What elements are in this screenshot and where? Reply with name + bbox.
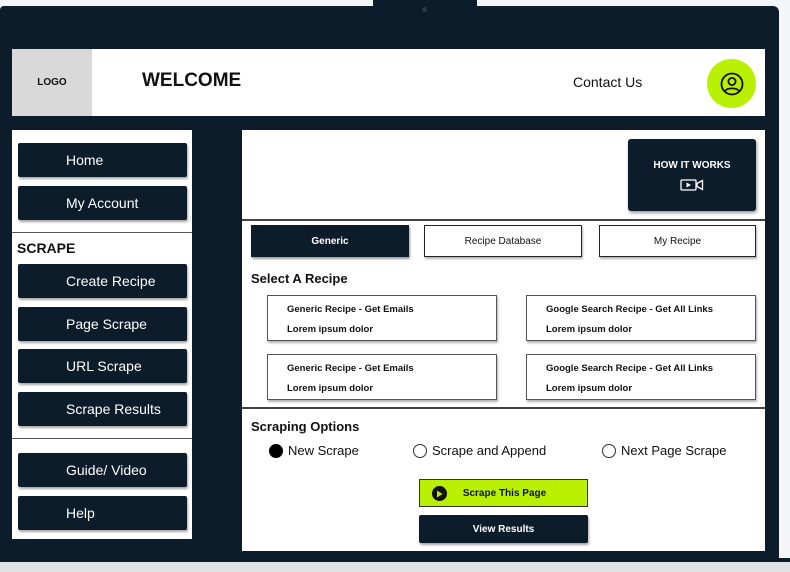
recipe-title: Google Search Recipe - Get All Links (546, 304, 713, 315)
tab-recipe-database[interactable]: Recipe Database (424, 225, 582, 257)
sidebar-item-guide-video[interactable]: Guide/ Video (18, 453, 187, 487)
sidebar: Home My Account SCRAPE Create Recipe Pag… (12, 130, 192, 539)
sidebar-item-home[interactable]: Home (18, 143, 187, 177)
sidebar-item-scrape-results[interactable]: Scrape Results (18, 392, 187, 426)
logo[interactable]: LOGO (12, 49, 92, 116)
radio-label: Scrape and Append (432, 443, 547, 458)
tab-generic[interactable]: Generic (251, 225, 409, 257)
view-results-button[interactable]: View Results (419, 515, 588, 543)
user-avatar-button[interactable] (707, 59, 756, 108)
contact-us-link[interactable]: Contact Us (573, 74, 642, 90)
video-icon (680, 178, 704, 191)
radio-unselected-icon[interactable] (602, 443, 616, 458)
recipe-card[interactable]: Generic Recipe - Get Emails Lorem ipsum … (267, 295, 497, 341)
user-icon (720, 72, 743, 95)
recipe-title: Google Search Recipe - Get All Links (546, 363, 713, 374)
sidebar-item-help[interactable]: Help (18, 496, 187, 530)
sidebar-item-url-scrape[interactable]: URL Scrape (18, 349, 187, 383)
scrape-button-label: Scrape This Page (462, 487, 547, 499)
how-it-works-label: HOW IT WORKS (653, 159, 731, 171)
how-it-works-button[interactable]: HOW IT WORKS (628, 139, 756, 211)
sidebar-item-page-scrape[interactable]: Page Scrape (18, 307, 187, 341)
recipe-card[interactable]: Generic Recipe - Get Emails Lorem ipsum … (267, 354, 497, 400)
sidebar-section-heading: SCRAPE (17, 240, 76, 256)
recipe-description: Lorem ipsum dolor (287, 324, 374, 335)
section-divider (242, 219, 765, 221)
radio-selected-icon[interactable] (269, 443, 283, 458)
radio-next-page-scrape[interactable]: Next Page Scrape (602, 443, 727, 458)
sidebar-divider (12, 438, 192, 439)
scrape-this-page-button[interactable]: Scrape This Page (419, 479, 588, 507)
recipe-title: Generic Recipe - Get Emails (287, 304, 414, 315)
recipe-description: Lorem ipsum dolor (546, 383, 633, 394)
app-header: LOGO WELCOME Contact Us (12, 49, 765, 116)
radio-label: New Scrape (288, 443, 359, 458)
camera-icon (422, 7, 427, 12)
radio-new-scrape[interactable]: New Scrape (269, 443, 359, 458)
scraping-options-heading: Scraping Options (251, 419, 360, 434)
recipe-description: Lorem ipsum dolor (546, 324, 633, 335)
recipe-card[interactable]: Google Search Recipe - Get All Links Lor… (526, 354, 756, 400)
recipe-title: Generic Recipe - Get Emails (287, 363, 414, 374)
sidebar-item-my-account[interactable]: My Account (18, 186, 187, 220)
radio-label: Next Page Scrape (621, 443, 727, 458)
main-panel: HOW IT WORKS Generic Recipe Database My … (242, 130, 765, 551)
recipe-card[interactable]: Google Search Recipe - Get All Links Lor… (526, 295, 756, 341)
radio-unselected-icon[interactable] (413, 443, 427, 458)
select-recipe-heading: Select A Recipe (251, 271, 348, 286)
section-divider (242, 407, 765, 409)
radio-scrape-and-append[interactable]: Scrape and Append (413, 443, 546, 458)
recipe-description: Lorem ipsum dolor (287, 383, 374, 394)
tab-my-recipe[interactable]: My Recipe (599, 225, 756, 257)
device-bottom-edge (0, 562, 790, 572)
sidebar-divider (12, 232, 192, 233)
page-title: WELCOME (142, 70, 242, 91)
sidebar-item-create-recipe[interactable]: Create Recipe (18, 264, 187, 298)
